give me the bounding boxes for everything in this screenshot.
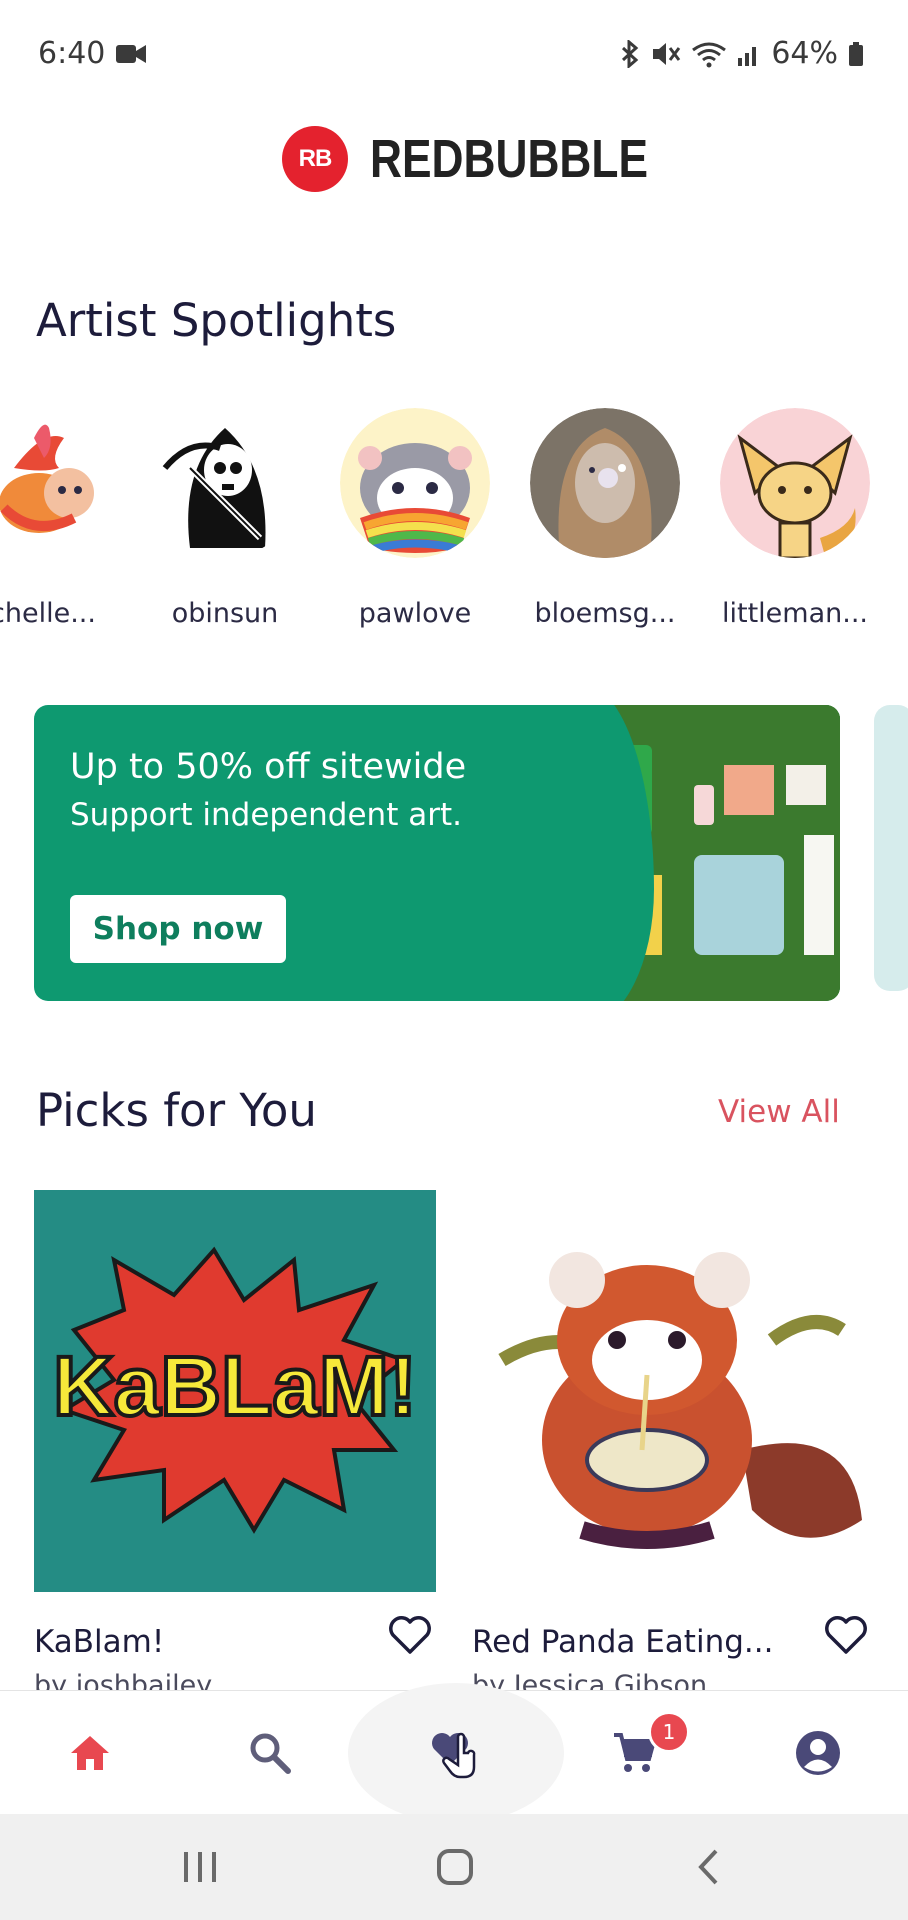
section-title-artist-spotlights: Artist Spotlights [36, 294, 397, 347]
favorite-heart-icon[interactable] [823, 1614, 869, 1656]
shop-now-button[interactable]: Shop now [70, 895, 286, 963]
system-nav-bar [0, 1814, 908, 1920]
favorites-icon [432, 1732, 476, 1779]
battery-percent: 64% [771, 36, 838, 71]
favorite-heart-icon[interactable] [387, 1614, 433, 1656]
artist-name[interactable]: chelle... [0, 598, 138, 629]
artist-avatar-fox [720, 408, 870, 558]
recent-apps-icon[interactable] [182, 1850, 218, 1884]
banner-subtitle: Support independent art. [70, 797, 462, 833]
artist-spotlight-2[interactable] [150, 408, 300, 558]
artist-name[interactable]: bloemsg... [510, 598, 700, 629]
red-panda-artwork [472, 1190, 874, 1592]
bluetooth-icon [622, 39, 639, 68]
nav-cart[interactable] [574, 1691, 694, 1815]
signal-icon [738, 46, 757, 66]
banner-headline: Up to 50% off sitewide [70, 747, 467, 787]
product-card-image-kablam[interactable]: KaBLaM! [34, 1190, 436, 1592]
artist-name[interactable]: obinsun [130, 598, 320, 629]
artist-spotlight-5[interactable] [720, 408, 870, 558]
product-title[interactable]: KaBlam! [34, 1624, 164, 1660]
artist-name[interactable]: littleman... [700, 598, 890, 629]
artist-spotlight-3[interactable] [340, 408, 490, 558]
wifi-icon [692, 42, 727, 67]
battery-icon [849, 41, 863, 66]
artist-spotlight-4[interactable] [530, 408, 680, 558]
redbubble-logo: RB REDBUBBLE [282, 126, 709, 192]
banner-curve [514, 705, 654, 1001]
back-icon[interactable] [696, 1848, 722, 1886]
kablam-artwork: KaBLaM! [51, 1246, 419, 1534]
status-icons: 64% [619, 36, 864, 71]
cart-badge: 1 [648, 1711, 690, 1753]
account-icon [796, 1731, 840, 1775]
promo-banner[interactable]: Up to 50% off sitewide Support independe… [34, 705, 840, 1001]
artist-avatar-portrait [530, 408, 680, 558]
logo-mark: RB [282, 126, 348, 192]
artist-name[interactable]: pawlove [320, 598, 510, 629]
product-title[interactable]: Red Panda Eating... [472, 1624, 773, 1660]
product-card-image-red-panda[interactable] [472, 1190, 874, 1592]
nav-favorites[interactable] [396, 1691, 516, 1815]
view-all-link[interactable]: View All [718, 1094, 840, 1130]
mute-icon [653, 42, 681, 65]
next-banner-peek[interactable] [874, 705, 908, 991]
artist-spotlight-1[interactable] [0, 408, 124, 558]
product-artist[interactable]: by Jessica Gibson [472, 1670, 707, 1692]
product-artist[interactable]: by joshbailey [34, 1670, 212, 1692]
nav-search[interactable] [210, 1691, 330, 1815]
status-time: 6:40 [38, 36, 106, 71]
section-title-picks-for-you: Picks for You [36, 1084, 317, 1137]
search-icon [250, 1733, 291, 1774]
artist-avatar-reaper [150, 408, 300, 558]
nav-account[interactable] [758, 1691, 878, 1815]
home-button-icon[interactable] [436, 1848, 474, 1886]
nav-home[interactable] [30, 1691, 150, 1815]
home-icon [71, 1736, 109, 1770]
artist-avatar-owl [0, 408, 124, 558]
kablam-text: KaBLaM! [53, 1339, 417, 1433]
bottom-nav: 1 [0, 1683, 908, 1823]
logo-wordmark: REDBUBBLE [370, 129, 648, 189]
camera-icon [116, 45, 146, 63]
artist-avatar-hamster [340, 408, 490, 558]
